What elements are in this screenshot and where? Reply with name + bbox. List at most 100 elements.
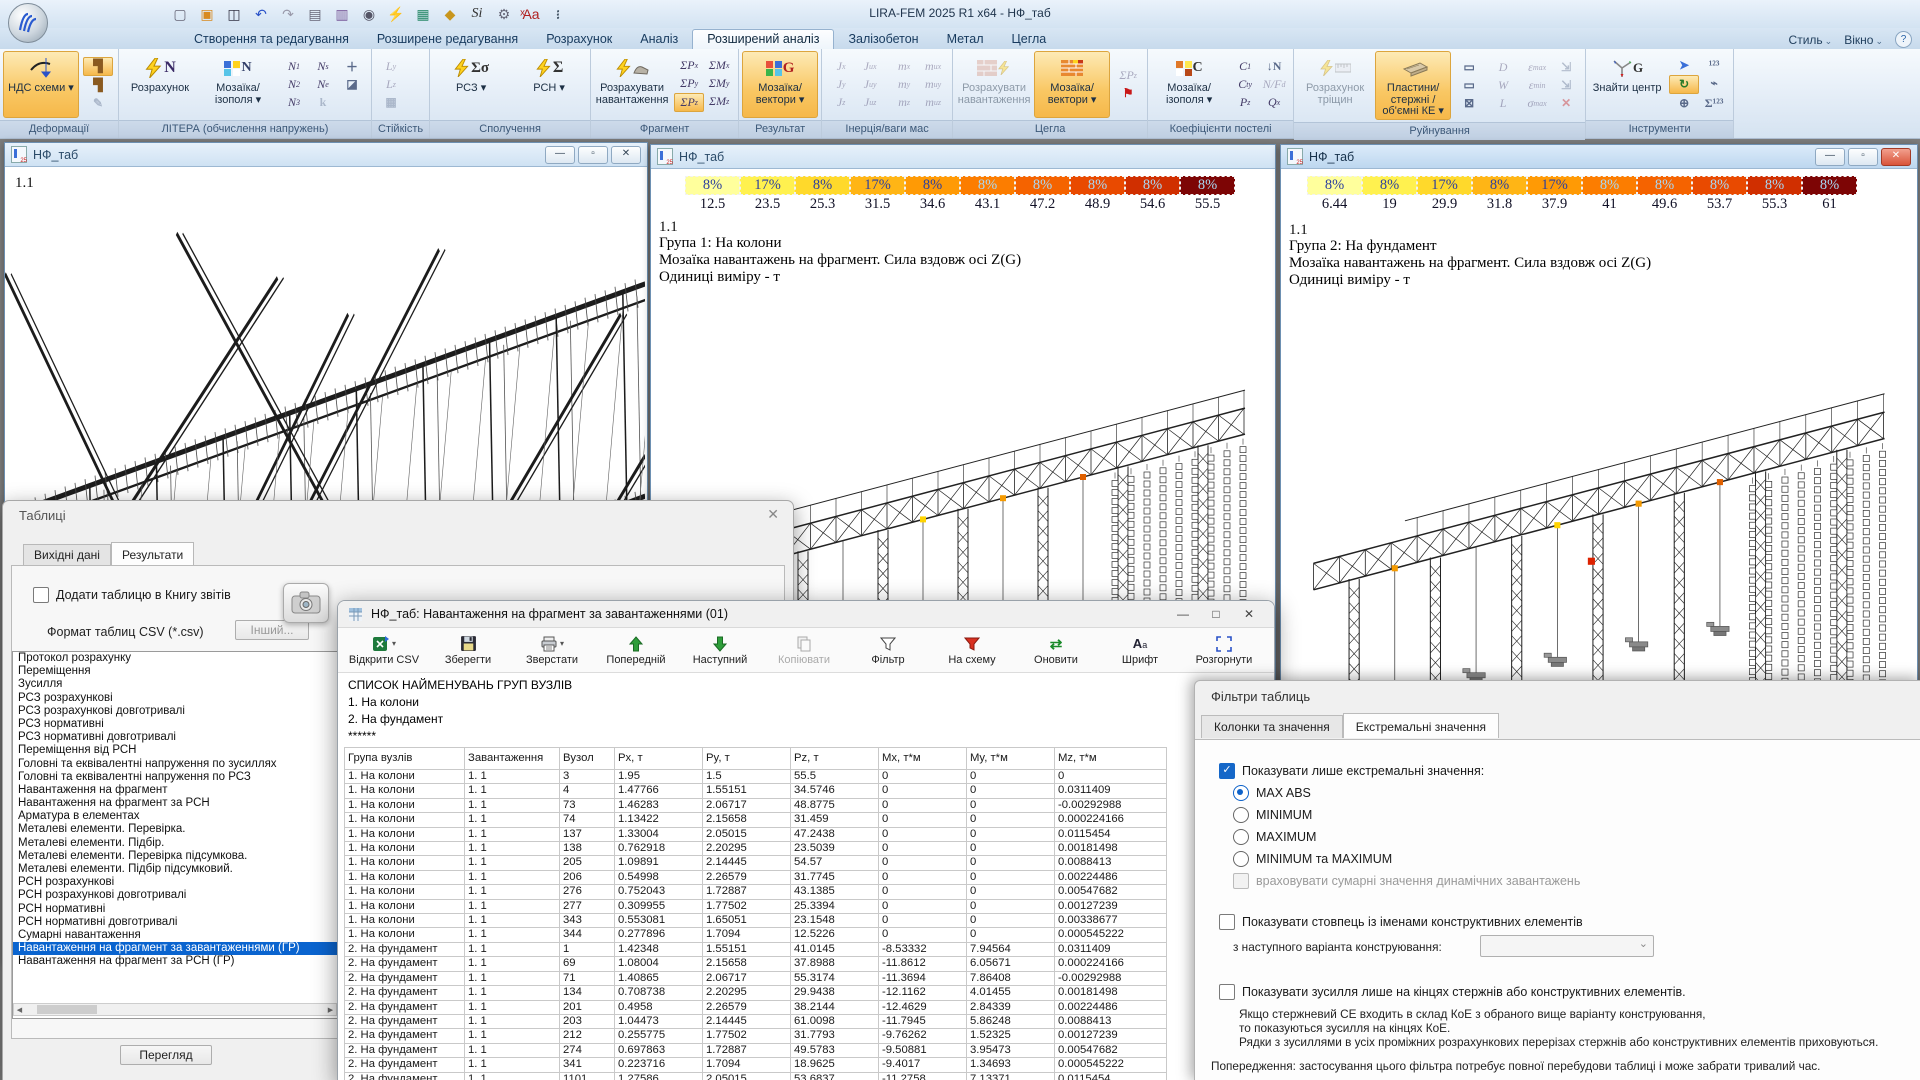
table-row[interactable]: 2. На фундамент1. 111.423481.5515141.014… <box>345 942 1167 956</box>
scale-cell[interactable]: 8% <box>905 176 960 195</box>
toolbar-button-up[interactable]: Попередній <box>594 634 678 666</box>
close-button[interactable]: ✕ <box>1234 607 1264 621</box>
table-row[interactable]: 1. На колони1. 12770.3099551.7750225.339… <box>345 899 1167 913</box>
ribbon-button-рсз[interactable]: ΣσРСЗ ▾ <box>433 51 509 118</box>
flag-icon[interactable]: ⚑ <box>1114 85 1142 102</box>
settings-tools-icon[interactable]: ⚙ <box>494 4 514 24</box>
ribbon-button-розрахунок-тріщин[interactable]: Розрахунок тріщин <box>1297 51 1373 120</box>
checkbox-unchecked[interactable] <box>1219 914 1235 930</box>
ribbon-button-ндс-схеми[interactable]: НДС схеми ▾ <box>3 51 79 118</box>
ribbon-small-button-N2[interactable]: N2 <box>280 76 308 93</box>
ribbon-small-button-NFd[interactable]: N/Fd <box>1260 76 1288 93</box>
column-header[interactable]: My, т*м <box>967 748 1055 770</box>
toolbar-button-floppy[interactable]: Зберегти <box>426 634 510 666</box>
cursor-icon[interactable]: ➤ <box>1669 57 1699 74</box>
column-header[interactable]: Вузол <box>560 748 615 770</box>
ribbon-tab-аналіз[interactable]: Аналіз <box>626 30 692 49</box>
si-units-icon[interactable]: Si <box>467 4 487 24</box>
scale-cell[interactable]: 8% <box>1070 176 1125 195</box>
book-icon[interactable]: ▥ <box>332 4 352 24</box>
table-row[interactable]: 2. На фундамент1. 12031.044732.1444561.0… <box>345 1014 1167 1028</box>
filter-tab-екстремальні-значення[interactable]: Екстремальні значення <box>1343 713 1499 738</box>
scale-cell[interactable]: 8% <box>1307 176 1362 195</box>
sum123-icon[interactable]: Σ¹²³ <box>1700 95 1728 112</box>
k-icon[interactable]: k <box>309 94 337 111</box>
checkbox-disabled[interactable] <box>1233 873 1249 889</box>
scale-cell[interactable]: 8% <box>1637 176 1692 195</box>
ribbon-small-button-Ne[interactable]: Ne <box>309 76 337 93</box>
ribbon-button-мозаїка-вектори[interactable]: Мозаїка/ вектори ▾ <box>1034 51 1110 118</box>
undo-icon[interactable]: ↶ <box>251 4 271 24</box>
results-table[interactable]: Група вузлівЗавантаженняВузолPx, тPy, тP… <box>344 747 1167 1080</box>
snapshot-camera-icon[interactable] <box>283 583 329 623</box>
ribbon-button-мозаїка-вектори[interactable]: GМозаїка/ вектори ▾ <box>742 51 818 118</box>
emax-icon[interactable]: ⇲ <box>1552 77 1580 94</box>
ribbon-small-button-Jy[interactable]: Jy <box>827 76 855 93</box>
checkbox-checked[interactable]: ✓ <box>1219 763 1235 779</box>
ribbon-button-рсн[interactable]: ΣРСН ▾ <box>511 51 587 118</box>
lock-icon[interactable]: ◆ <box>440 4 460 24</box>
table-row[interactable]: 1. На колони1. 1731.462832.0671748.87750… <box>345 798 1167 812</box>
table-row[interactable]: 2. На фундамент1. 1711.408652.0671755.31… <box>345 971 1167 985</box>
N-icon[interactable]: ↓N <box>1260 58 1288 75</box>
ribbon-button-пластини-стержні-об-ємні-ке[interactable]: Пластини/ стержні / об'ємні КЕ ▾ <box>1375 51 1451 120</box>
ruler-icon[interactable]: ▭ <box>1455 59 1483 76</box>
i123-icon[interactable]: ¹²³ <box>1700 57 1728 74</box>
ribbon-button-розрахувати-навантаження[interactable]: Розрахувати навантаження <box>594 51 670 118</box>
ribbon-small-button-Ly[interactable]: Ly <box>377 58 405 75</box>
ribbon-small-button-D[interactable]: D <box>1489 59 1517 76</box>
ribbon-small-button-Jux[interactable]: Jux <box>856 58 884 75</box>
ribbon-small-button-Pz[interactable]: ΣPz <box>674 93 704 112</box>
toolbar-button-font[interactable]: AaШрифт <box>1098 634 1182 666</box>
ribbon-tab-створення-та-редагування[interactable]: Створення та редагування <box>180 30 363 49</box>
ribbon-small-button-L[interactable]: L <box>1489 95 1517 112</box>
radio-row-minimum-та-maximum[interactable]: MINIMUM та MAXIMUM <box>1233 851 1392 867</box>
err-icon[interactable]: ✕ <box>1552 95 1580 112</box>
table-row[interactable]: 1. На колони1. 13440.2778961.709412.5226… <box>345 928 1167 942</box>
toolbar-button-copy[interactable]: Копіювати <box>762 634 846 666</box>
fragment-loads-table-window[interactable]: НФ_таб: Навантаження на фрагмент за зава… <box>337 600 1275 1080</box>
zoom-icon[interactable]: ⊕ <box>1669 95 1699 112</box>
ribbon-button-знайти-центр[interactable]: GЗнайти центр <box>1589 51 1665 118</box>
ribbon-small-button-Jx[interactable]: Jx <box>827 58 855 75</box>
ribbon-tab-розширене-редагування[interactable]: Розширене редагування <box>363 30 532 49</box>
table-row[interactable]: 1. На колони1. 13430.5530811.6505123.154… <box>345 914 1167 928</box>
table-row[interactable]: 1. На колони1. 12051.098912.1444554.5700… <box>345 856 1167 870</box>
scale-cell[interactable]: 17% <box>850 176 905 195</box>
magnet-icon[interactable]: ⌁ <box>1700 75 1728 92</box>
close-button[interactable]: ✕ <box>611 146 641 164</box>
show-extreme-checkbox-row[interactable]: ✓ Показувати лише екстремальні значення: <box>1219 763 1484 779</box>
ribbon-tab-розрахунок[interactable]: Розрахунок <box>532 30 626 49</box>
qat-more-icon[interactable]: ᎒ <box>548 4 568 24</box>
variant-combobox[interactable] <box>1480 935 1654 957</box>
model-window-middle-titlebar[interactable]: НФ_таб <box>651 145 1275 169</box>
scale-cell[interactable]: 8% <box>1692 176 1747 195</box>
table-row[interactable]: 1. На колони1. 1741.134222.1565831.45900… <box>345 813 1167 827</box>
ribbon-small-button-mz[interactable]: mz <box>890 94 918 111</box>
ribbon-tab-розширений-аналіз[interactable]: Розширений аналіз <box>692 29 834 49</box>
struct-names-checkbox-row[interactable]: Показувати стовпець із іменами конструкт… <box>1219 914 1583 930</box>
model-window-right-titlebar[interactable]: НФ_таб — ▫ ✕ <box>1281 145 1917 169</box>
scale-cell[interactable]: 8% <box>1362 176 1417 195</box>
ribbon-small-button-Juy[interactable]: Juy <box>856 76 884 93</box>
ribbon-small-button-Jz[interactable]: Jz <box>827 94 855 111</box>
column-header[interactable]: Py, т <box>703 748 791 770</box>
table-row[interactable]: 2. На фундамент1. 12120.2557751.7750231.… <box>345 1029 1167 1043</box>
ribbon-small-button-C1[interactable]: C1 <box>1231 58 1259 75</box>
radio-button[interactable] <box>1233 807 1249 823</box>
toolbar-button-refresh[interactable]: ⇄Оновити <box>1014 634 1098 666</box>
scale-cell[interactable]: 8% <box>795 176 850 195</box>
toolbar-button-down[interactable]: Наступний <box>678 634 762 666</box>
ribbon-small-button-My[interactable]: ΣMy <box>705 75 733 92</box>
table-row[interactable]: 2. На фундамент1. 11340.7087382.2029529.… <box>345 986 1167 1000</box>
ribbon-small-button-N1[interactable]: N1 <box>280 58 308 75</box>
ruler-icon[interactable]: ▭ <box>1455 77 1483 94</box>
new-file-icon[interactable]: ▢ <box>170 4 190 24</box>
ribbon-small-button-Mz[interactable]: ΣMz <box>705 93 733 110</box>
list-horizontal-scrollbar[interactable]: ◀ ▶ <box>13 1003 337 1016</box>
minimize-button[interactable]: — <box>1815 148 1845 166</box>
ribbon-small-button-mx[interactable]: mx <box>890 58 918 75</box>
table-row[interactable]: 1. На колони1. 12760.7520431.7288743.138… <box>345 885 1167 899</box>
ribbon-small-button-W[interactable]: W <box>1489 77 1517 94</box>
ribbon-small-button-Lz[interactable]: Lz <box>377 76 405 93</box>
